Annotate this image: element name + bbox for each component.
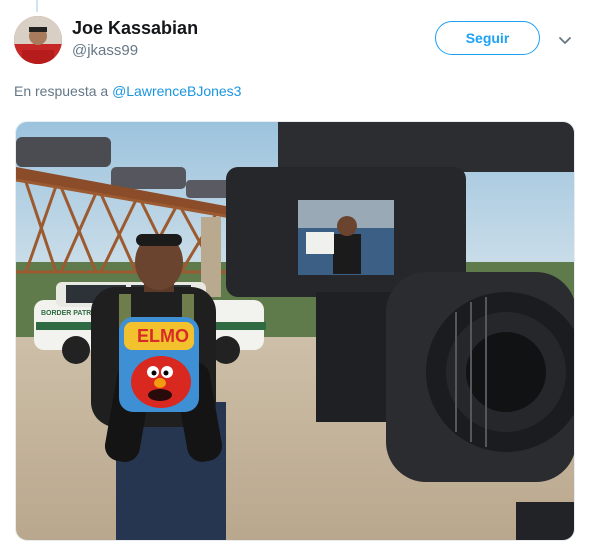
chevron-down-icon[interactable] <box>557 32 573 48</box>
tweet-photo[interactable]: BORDER PATROL ELMO <box>15 121 575 541</box>
reply-context: En respuesta a @LawrenceBJones3 <box>14 83 241 99</box>
reply-prefix: En respuesta a <box>14 83 109 99</box>
reply-mention-link[interactable]: @LawrenceBJones3 <box>112 83 241 99</box>
author-handle[interactable]: @jkass99 <box>72 42 138 59</box>
avatar[interactable] <box>14 16 62 64</box>
thread-connector-line <box>36 0 38 12</box>
follow-button[interactable]: Seguir <box>435 21 540 55</box>
backpack-lettering: ELMO <box>137 326 189 346</box>
author-name[interactable]: Joe Kassabian <box>72 18 198 39</box>
